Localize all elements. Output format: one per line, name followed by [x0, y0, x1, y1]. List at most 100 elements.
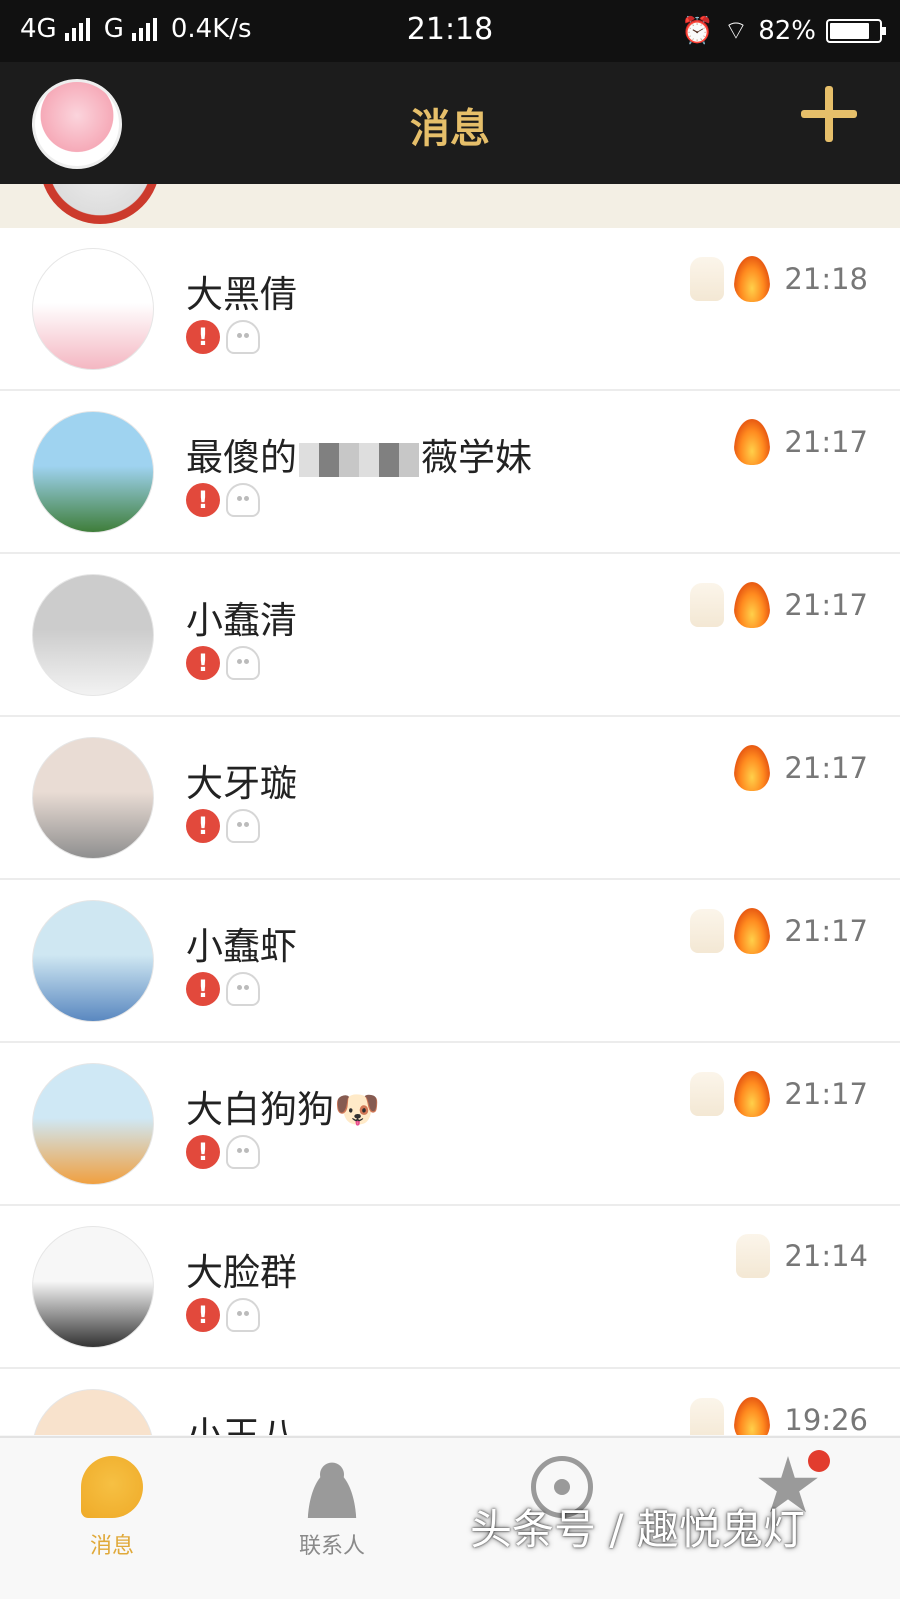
contact-name-text: 小蠢清 [186, 599, 297, 642]
contact-name: 小蠢虾 [186, 916, 297, 970]
contact-name: 最傻的 薇学妹 [186, 427, 532, 481]
avatar [32, 1389, 154, 1435]
contact-name: 大黑倩 [186, 264, 297, 318]
alert-icon: ! [186, 1135, 220, 1169]
conversation-row[interactable]: 小蠢清! 21:17 [0, 554, 900, 717]
row-meta: 21:14 [736, 1234, 868, 1278]
message-time: 21:14 [784, 1239, 868, 1273]
contact-name-text: 大脸群 [186, 1251, 297, 1294]
message-time: 19:26 [784, 1403, 868, 1435]
ghost-icon [226, 972, 260, 1006]
fire-icon [734, 745, 771, 791]
avatar [32, 737, 154, 859]
contact-name-text: 小蠢虾 [186, 925, 297, 968]
hand-icon [690, 1072, 725, 1116]
avatar [32, 1226, 154, 1348]
alert-icon: ! [186, 1298, 220, 1332]
fire-icon [734, 908, 771, 954]
conversation-row[interactable]: 大牙璇! 21:17 [0, 717, 900, 880]
row-meta: 21:17 [690, 582, 868, 628]
tab-label: 消息 [89, 1534, 134, 1559]
contact-name: 大牙璇 [186, 753, 297, 807]
ghost-icon [226, 1298, 260, 1332]
avatar [32, 574, 154, 696]
message-time: 21:17 [784, 1077, 868, 1111]
page-title: 消息 [410, 106, 490, 152]
ghost-icon [226, 483, 260, 517]
status-badges: ! [186, 1135, 260, 1169]
hand-icon [690, 257, 725, 301]
tab-label: 联系人 [298, 1534, 365, 1559]
contact-name-text: 最傻的 [186, 436, 297, 479]
contact-name-text: 大牙璇 [186, 762, 297, 805]
battery-percent: 82% [758, 15, 816, 46]
conversation-row[interactable]: 小蠢虾! 21:17 [0, 880, 900, 1043]
wifi-icon: ⌔ [723, 16, 749, 46]
conversation-row[interactable]: 大白狗狗🐶! 21:17 [0, 1043, 900, 1206]
conversation-row[interactable]: 大脸群! 21:14 [0, 1206, 900, 1369]
conversation-row[interactable]: 小王八 19:26 [0, 1369, 900, 1435]
row-meta: 21:18 [690, 256, 868, 302]
hand-icon [690, 583, 725, 627]
row-meta: 21:17 [690, 908, 868, 954]
alert-icon: ! [186, 809, 220, 843]
tab-contacts[interactable]: 联系人 [272, 1456, 392, 1560]
fire-icon [734, 1397, 771, 1435]
alert-icon: ! [186, 483, 220, 517]
ghost-icon [226, 1135, 260, 1169]
row-meta: 19:26 [690, 1397, 868, 1435]
plus-icon[interactable] [798, 82, 860, 144]
contact-name-text: 小王八 [186, 1414, 297, 1435]
ghost-icon [226, 809, 260, 843]
avatar [32, 248, 154, 370]
tab-messages[interactable]: 消息 [52, 1456, 172, 1560]
message-time: 21:18 [784, 262, 868, 296]
fire-icon [734, 256, 771, 302]
avatar [40, 184, 160, 224]
fire-icon [734, 582, 771, 628]
status-badges: ! [186, 483, 260, 517]
conversation-row[interactable]: 大黑倩! 21:18 [0, 228, 900, 391]
conversation-list: 大黑倩! 21:18 最傻的 薇学妹! 21:17 小蠢清! 21:17 大牙璇! 21:17 小… [0, 228, 900, 1435]
conversation-row[interactable]: 最傻的 薇学妹! 21:17 [0, 391, 900, 554]
fire-icon [734, 419, 771, 465]
message-bubble-icon [81, 1456, 143, 1518]
contacts-icon [301, 1456, 363, 1518]
avatar [32, 411, 154, 533]
status-bar: 4G G 0.4K/s 21:18 ⏰ ⌔ 82% [0, 0, 900, 62]
row-meta: 21:17 [734, 745, 868, 791]
alarm-icon: ⏰ [681, 15, 714, 46]
hand-icon [690, 909, 725, 953]
alert-icon: ! [186, 646, 220, 680]
status-badges: ! [186, 320, 260, 354]
row-meta: 21:17 [734, 419, 868, 465]
watermark: 头条号 / 趣悦鬼灯 [470, 1505, 805, 1554]
row-meta: 21:17 [690, 1071, 868, 1117]
status-right: ⏰ ⌔ 82% [681, 14, 886, 47]
list-item-partial[interactable] [0, 184, 900, 228]
contact-name-text: 薇学妹 [421, 436, 532, 479]
hand-icon [690, 1398, 725, 1435]
notification-dot [808, 1450, 830, 1472]
hand-icon [736, 1234, 771, 1278]
message-time: 21:17 [784, 914, 868, 948]
app-root: 4G G 0.4K/s 21:18 ⏰ ⌔ 82% 消息 大黑倩! 21:18 最傻… [0, 0, 900, 1599]
contact-name: 小蠢清 [186, 590, 297, 644]
status-badges: ! [186, 809, 260, 843]
avatar [32, 1063, 154, 1185]
contact-name: 小王八 [186, 1405, 297, 1435]
app-header: 消息 [0, 62, 900, 184]
ghost-icon [226, 646, 260, 680]
alert-icon: ! [186, 320, 220, 354]
contact-name: 大脸群 [186, 1242, 297, 1296]
battery-icon [826, 18, 886, 43]
message-time: 21:17 [784, 425, 868, 459]
contact-name: 大白狗狗🐶 [186, 1079, 380, 1133]
alert-icon: ! [186, 972, 220, 1006]
ghost-icon [226, 320, 260, 354]
message-time: 21:17 [784, 588, 868, 622]
contact-name-text: 大白狗狗🐶 [186, 1088, 381, 1131]
redacted-blur [299, 442, 419, 477]
status-badges: ! [186, 1298, 260, 1332]
contact-name-text: 大黑倩 [186, 273, 297, 316]
